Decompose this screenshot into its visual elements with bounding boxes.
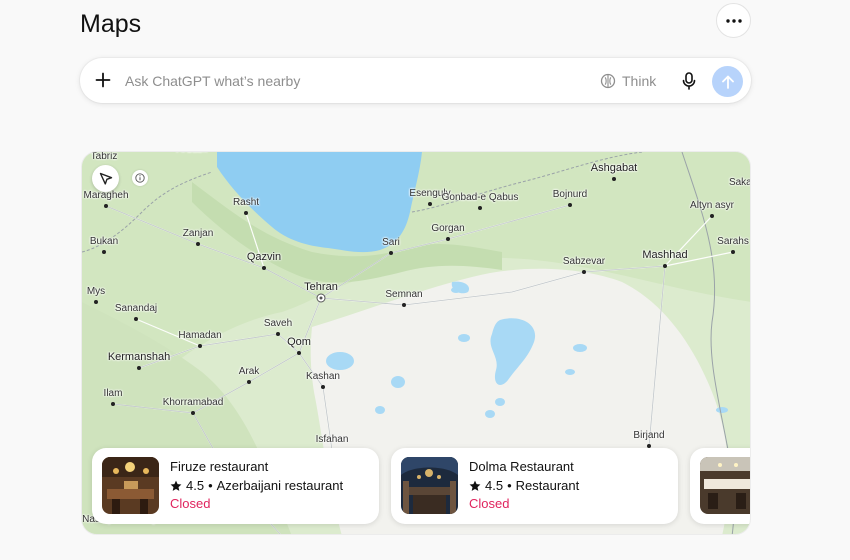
- city-dot: [321, 385, 325, 389]
- place-name: Dolma Restaurant: [469, 459, 574, 474]
- meta-separator: •: [208, 478, 213, 493]
- locate-button[interactable]: [92, 165, 119, 192]
- city-dot: [612, 177, 616, 181]
- city-dot: [247, 380, 251, 384]
- city-label: Sakar: [728, 177, 750, 188]
- composer: Think: [80, 58, 751, 103]
- send-button[interactable]: [712, 66, 743, 97]
- city-dot: [568, 203, 572, 207]
- city-dot: [582, 270, 586, 274]
- city-dot: [137, 366, 141, 370]
- city-label: Birjand: [633, 430, 665, 441]
- city-label: Isfahan: [315, 434, 349, 445]
- city-label: Sanandaj: [114, 303, 158, 314]
- city-label: Bojnurd: [552, 189, 588, 200]
- city-dot: [244, 211, 248, 215]
- city-dot: [134, 317, 138, 321]
- place-category: Restaurant: [515, 478, 580, 493]
- city-label: Tehran: [304, 281, 338, 293]
- city-dot: [710, 214, 714, 218]
- place-photo: [401, 457, 458, 514]
- navigation-arrow-icon: [99, 172, 112, 185]
- city-dot: [663, 264, 667, 268]
- plus-icon: [95, 72, 111, 88]
- place-photo: [700, 457, 750, 514]
- city-dot: [446, 237, 450, 241]
- city-label: Ilam: [103, 388, 123, 399]
- city-dot: [478, 206, 482, 210]
- city-dot: [389, 251, 393, 255]
- place-status: Closed: [469, 496, 510, 511]
- city-label: Khorramabad: [162, 397, 224, 408]
- city-label: Kermanshah: [107, 351, 171, 363]
- place-category: Azerbaijani restaurant: [216, 478, 344, 493]
- city-label: Bukan: [89, 236, 119, 247]
- city-label: Qom: [287, 336, 311, 348]
- info-icon: [135, 173, 145, 183]
- city-dot: [198, 344, 202, 348]
- place-name: Firuze restaurant: [170, 459, 269, 474]
- city-label: Sarahs: [717, 236, 749, 247]
- city-label: Ashgabat: [590, 162, 638, 174]
- add-attachment-button[interactable]: [92, 69, 114, 91]
- city-label: Maragheh: [83, 190, 129, 201]
- city-label: Semnan: [385, 289, 423, 300]
- map-attribution-button[interactable]: [132, 170, 148, 186]
- place-rating: 4.5: [186, 478, 205, 493]
- city-dot: [104, 204, 108, 208]
- city-label: Gonbad-e Qabus: [441, 192, 519, 203]
- place-meta: 4.5 • Azerbaijani restaurant: [170, 478, 343, 493]
- city-label: Kashan: [306, 371, 340, 382]
- city-dot: [196, 242, 200, 246]
- city-dot: [111, 402, 115, 406]
- think-label: Think: [622, 73, 657, 89]
- city-label: Tabriz: [90, 151, 118, 162]
- place-meta: 4.5 • Restaurant: [469, 478, 579, 493]
- microphone-button[interactable]: [678, 70, 700, 92]
- city-label: Saveh: [263, 318, 293, 329]
- star-icon: [469, 480, 481, 491]
- lightbulb-icon: [600, 73, 616, 89]
- city-label: Sabzevar: [562, 256, 606, 267]
- city-dot: [428, 202, 432, 206]
- city-label: Gorgan: [431, 223, 465, 234]
- city-dot: [191, 411, 195, 415]
- city-label: Hamadan: [178, 330, 222, 341]
- arrow-up-icon: [721, 75, 734, 89]
- city-label: Mys: [86, 286, 106, 297]
- city-label: Zanjan: [182, 228, 214, 239]
- prompt-input[interactable]: [125, 71, 545, 91]
- city-dot: [94, 300, 98, 304]
- star-icon: [170, 480, 182, 491]
- place-card[interactable]: Firuze restaurant 4.5 • Azerbaijani rest…: [92, 448, 379, 524]
- place-rating: 4.5: [485, 478, 504, 493]
- city-dot: [276, 332, 280, 336]
- map-view[interactable]: Tabriz Ardabil Maragheh Rasht Zanjan Bukan Qaz…: [81, 151, 751, 535]
- city-label: Sari: [382, 237, 400, 248]
- city-dot: [262, 266, 266, 270]
- place-card-partial[interactable]: [690, 448, 750, 524]
- more-options-button[interactable]: [716, 3, 751, 38]
- city-label: Altyn asyr: [690, 200, 734, 211]
- place-status: Closed: [170, 496, 211, 511]
- think-button[interactable]: Think: [600, 70, 656, 92]
- place-photo: [102, 457, 159, 514]
- city-dot: [297, 351, 301, 355]
- city-label: Mashhad: [642, 249, 688, 261]
- meta-separator: •: [507, 478, 512, 493]
- city-label: Qazvin: [246, 251, 282, 263]
- city-dot: [102, 250, 106, 254]
- city-dot: [731, 250, 735, 254]
- microphone-icon: [682, 72, 696, 90]
- city-label: Arak: [238, 366, 260, 377]
- city-dot: [402, 303, 406, 307]
- ellipsis-icon: [725, 18, 742, 23]
- city-label: Ardabil: [176, 152, 207, 158]
- place-card[interactable]: Dolma Restaurant 4.5 • Restaurant Closed: [391, 448, 678, 524]
- page-title: Maps: [80, 10, 142, 38]
- city-label: Rasht: [232, 197, 260, 208]
